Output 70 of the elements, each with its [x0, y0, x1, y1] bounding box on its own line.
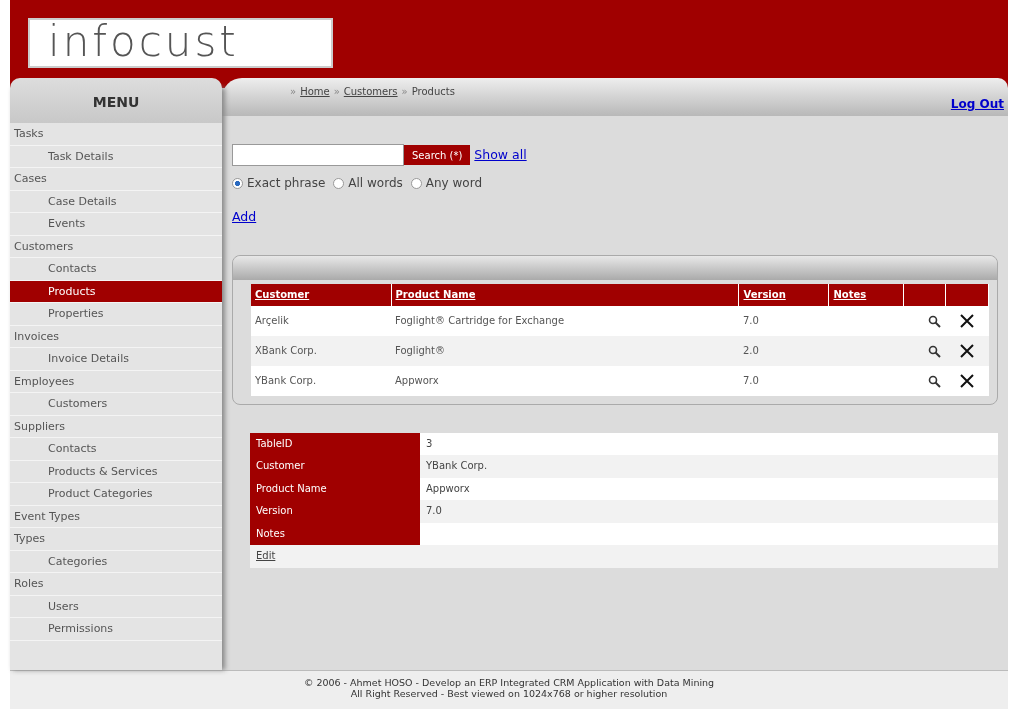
radio-button[interactable]: [410, 177, 422, 189]
breadcrumb-separator: »: [401, 86, 408, 97]
field-label: Version: [256, 505, 293, 517]
table-cell: 2.0: [743, 345, 759, 357]
menu-item[interactable]: Roles: [10, 573, 222, 596]
table-cell: Foglight®: [395, 345, 446, 357]
menu-item[interactable]: Customers: [10, 235, 222, 258]
search-field[interactable]: [232, 144, 404, 166]
field-label: Notes: [256, 527, 285, 539]
menu-item[interactable]: Permissions: [10, 618, 222, 641]
radio-label: All words: [348, 175, 403, 192]
breadcrumb-current: Products: [411, 86, 455, 97]
menu-item[interactable]: Users: [10, 595, 222, 618]
breadcrumb-separator: »: [290, 86, 297, 97]
table-cell: YBank Corp.: [255, 375, 317, 387]
search-icon[interactable]: [928, 344, 942, 358]
search-icon[interactable]: [928, 314, 942, 328]
menu-item[interactable]: Product Categories: [10, 483, 222, 506]
table-cell: Appworx: [395, 375, 439, 387]
logo: infocust: [28, 18, 333, 68]
menu-item[interactable]: Suppliers: [10, 415, 222, 438]
delete-icon[interactable]: [959, 314, 974, 329]
footer-text: © 2006 - Ahmet HOSO - Develop an ERP Integrated CRM Application with Data Mining: [302, 677, 716, 688]
menu-item[interactable]: Contacts: [10, 438, 222, 461]
menu-item[interactable]: Employees: [10, 370, 222, 393]
menu-item[interactable]: Invoices: [10, 325, 222, 348]
edit-link[interactable]: Edit: [256, 550, 276, 562]
table-cell: 7.0: [743, 315, 759, 327]
menu-item[interactable]: Event Types: [10, 505, 222, 528]
radio-label: Exact phrase: [247, 175, 326, 192]
menu-title: MENU: [10, 78, 222, 123]
table-cell: Arçelik: [255, 315, 289, 327]
search-icon[interactable]: [928, 374, 942, 388]
field-value: YBank Corp.: [426, 460, 488, 472]
field-value: 3: [426, 437, 433, 449]
menu-item[interactable]: Tasks: [10, 123, 222, 146]
show-all-link[interactable]: Show all: [474, 145, 527, 165]
footer-text: All Right Reserved - Best viewed on 1024x768 or higher resolution: [349, 688, 669, 699]
logout-link[interactable]: Log Out: [950, 95, 1004, 113]
search-button[interactable]: Search (*): [404, 145, 471, 165]
menu-item[interactable]: Types: [10, 528, 222, 551]
breadcrumb-link[interactable]: Home: [300, 86, 330, 97]
field-value: 7.0: [426, 505, 442, 517]
menu-item[interactable]: Task Details: [10, 145, 222, 168]
menu-item[interactable]: Properties: [10, 303, 222, 326]
add-link[interactable]: Add: [232, 209, 257, 224]
menu-item[interactable]: Case Details: [10, 190, 222, 213]
field-label: TableID: [256, 437, 293, 449]
table-cell: Foglight® Cartridge for Exchange: [395, 315, 565, 327]
radio-button[interactable]: [232, 177, 243, 189]
menu-item[interactable]: Cases: [10, 168, 222, 191]
menu-item[interactable]: Products: [10, 280, 222, 303]
table-cell: 7.0: [743, 375, 759, 387]
menu-item[interactable]: Contacts: [10, 258, 222, 281]
menu-item[interactable]: Events: [10, 213, 222, 236]
breadcrumb-link[interactable]: Customers: [343, 86, 398, 97]
field-label: Customer: [256, 460, 305, 472]
column-header[interactable]: Product Name: [395, 289, 476, 301]
menu-item[interactable]: Customers: [10, 393, 222, 416]
menu-item[interactable]: Invoice Details: [10, 348, 222, 371]
field-label: Product Name: [256, 482, 327, 494]
menu-item[interactable]: Products & Services: [10, 460, 222, 483]
delete-icon[interactable]: [959, 344, 974, 359]
delete-icon[interactable]: [959, 374, 974, 389]
menu-item[interactable]: Categories: [10, 550, 222, 573]
radio-label: Any word: [425, 175, 482, 192]
field-value: Appworx: [426, 482, 470, 494]
radio-button[interactable]: [333, 177, 345, 189]
table-cell: XBank Corp.: [255, 345, 317, 357]
breadcrumb-separator: »: [333, 86, 340, 97]
